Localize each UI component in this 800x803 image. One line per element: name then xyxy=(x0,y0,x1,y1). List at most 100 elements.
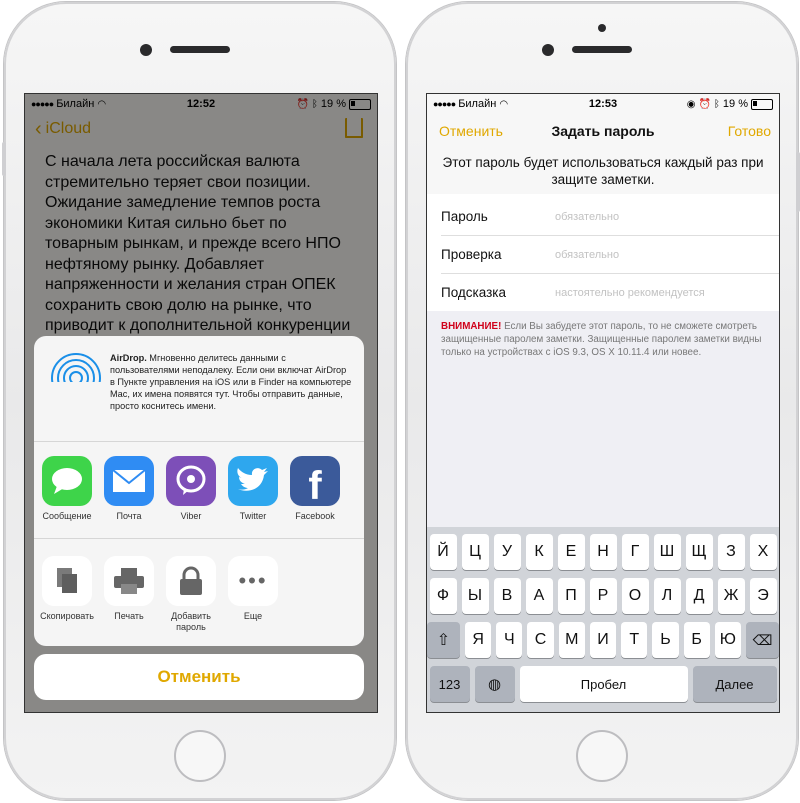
more-icon: ••• xyxy=(228,556,278,606)
globe-icon: ◍ xyxy=(487,676,502,693)
proximity-sensor xyxy=(598,24,606,32)
key[interactable]: В xyxy=(493,578,521,614)
key[interactable]: Ж xyxy=(717,578,745,614)
share-apps-row: Сообщение Почта Viber Twitter f Facebook xyxy=(42,456,340,531)
keyboard: Й Ц У К Е Н Г Ш Щ З Х Ф Ы В А П Р О Л Д … xyxy=(427,527,779,712)
password-description: Этот пароль будет использоваться каждый … xyxy=(442,155,764,187)
key[interactable]: Щ xyxy=(685,534,713,570)
app-label: Facebook xyxy=(295,511,335,521)
action-copy[interactable]: Скопировать xyxy=(40,556,94,633)
key[interactable]: Б xyxy=(683,622,710,658)
space-key[interactable]: Пробел xyxy=(519,666,688,702)
mute-switch xyxy=(2,142,6,176)
copy-icon xyxy=(42,556,92,606)
key[interactable]: З xyxy=(717,534,745,570)
field-label: Подсказка xyxy=(441,285,507,300)
right-screen: ●●●●● Билайн ◠ 12:53 ◉ ⏰ ᛒ 19 % Отменить Зада… xyxy=(426,93,780,713)
globe-key[interactable]: ◍ xyxy=(474,666,515,702)
delete-key[interactable]: ⌫ xyxy=(745,622,779,658)
share-app-twitter[interactable]: Twitter xyxy=(228,456,278,531)
key[interactable]: А xyxy=(525,578,553,614)
share-app-mail[interactable]: Почта xyxy=(104,456,154,531)
key[interactable]: Ю xyxy=(714,622,741,658)
share-cancel-button[interactable]: Отменить xyxy=(34,654,364,700)
key[interactable]: Й xyxy=(429,534,457,570)
action-label: Скопировать xyxy=(40,611,94,621)
hint-field[interactable]: настоятельно рекомендуется xyxy=(555,287,705,299)
lock-icon xyxy=(166,556,216,606)
action-label: Печать xyxy=(114,611,144,621)
earpiece-speaker xyxy=(572,46,632,53)
key[interactable]: Ь xyxy=(652,622,679,658)
earpiece-speaker xyxy=(170,46,230,53)
key[interactable]: О xyxy=(621,578,649,614)
key[interactable]: И xyxy=(589,622,617,658)
twitter-icon xyxy=(228,456,278,506)
key[interactable]: Г xyxy=(621,534,649,570)
key[interactable]: М xyxy=(558,622,585,658)
key[interactable]: Х xyxy=(749,534,777,570)
key[interactable]: Я xyxy=(465,622,492,658)
left-phone: ●●●●● Билайн ◠ 12:52 ⏰ ᛒ 19 % ‹ iCloud С нач… xyxy=(2,2,396,800)
verify-field[interactable]: обязательно xyxy=(555,249,619,261)
numbers-key[interactable]: 123 xyxy=(429,666,470,702)
app-label: Сообщение xyxy=(42,511,92,521)
key[interactable]: Ы xyxy=(461,578,489,614)
share-app-viber[interactable]: Viber xyxy=(166,456,216,531)
keyboard-row-4: 123 ◍ Пробел Далее xyxy=(427,666,779,702)
status-bar: ●●●●● Билайн ◠ 12:53 ◉ ⏰ ᛒ 19 % xyxy=(427,94,779,114)
key[interactable]: Ш xyxy=(653,534,681,570)
share-app-messages[interactable]: Сообщение xyxy=(42,456,92,531)
password-field[interactable]: обязательно xyxy=(555,211,619,223)
next-key[interactable]: Далее xyxy=(692,666,777,702)
backspace-icon: ⌫ xyxy=(752,631,773,648)
battery-icon xyxy=(751,98,773,110)
home-button[interactable] xyxy=(576,730,628,782)
battery-percent: 19 % xyxy=(722,98,748,110)
action-add-password[interactable]: Добавить пароль xyxy=(166,556,216,633)
app-label: Viber xyxy=(180,511,202,521)
key[interactable]: Т xyxy=(621,622,648,658)
front-camera xyxy=(542,44,554,56)
key[interactable]: Р xyxy=(589,578,617,614)
key[interactable]: Э xyxy=(749,578,777,614)
field-label: Пароль xyxy=(441,209,488,224)
hint-row[interactable]: Подсказка настоятельно рекомендуется xyxy=(441,274,779,311)
shift-key[interactable]: ⇧ xyxy=(427,622,461,658)
key[interactable]: С xyxy=(527,622,554,658)
verify-row[interactable]: Проверка обязательно xyxy=(441,236,779,274)
key[interactable]: Н xyxy=(589,534,617,570)
divider xyxy=(34,538,364,539)
key[interactable]: Ф xyxy=(429,578,457,614)
share-sheet: AirDrop. Мгновенно делитесь данными с по… xyxy=(34,336,364,646)
action-more[interactable]: ••• Еще xyxy=(228,556,278,633)
key[interactable]: П xyxy=(557,578,585,614)
viber-icon xyxy=(166,456,216,506)
key[interactable]: Л xyxy=(653,578,681,614)
key[interactable]: Д xyxy=(685,578,713,614)
facebook-icon: f xyxy=(290,456,340,508)
share-app-facebook[interactable]: f Facebook xyxy=(290,456,340,531)
airdrop-description: AirDrop. Мгновенно делитесь данными с по… xyxy=(110,353,352,411)
key[interactable]: Е xyxy=(557,534,585,570)
done-button[interactable]: Готово xyxy=(728,123,771,139)
app-label: Twitter xyxy=(239,511,267,521)
key[interactable]: У xyxy=(493,534,521,570)
field-label: Проверка xyxy=(441,247,502,262)
airdrop-section: AirDrop. Мгновенно делитесь данными с по… xyxy=(34,336,364,442)
action-print[interactable]: Печать xyxy=(104,556,154,633)
messages-icon xyxy=(42,456,92,506)
action-label: Добавить пароль xyxy=(171,611,211,632)
key[interactable]: Ч xyxy=(496,622,523,658)
password-row[interactable]: Пароль обязательно xyxy=(441,198,779,236)
keyboard-row-3: ⇧ Я Ч С М И Т Ь Б Ю ⌫ xyxy=(427,622,779,658)
app-label: Почта xyxy=(116,511,142,521)
warning-text: ВНИМАНИЕ! Если Вы забудете этот пароль, … xyxy=(441,320,769,359)
mail-icon xyxy=(104,456,154,506)
keyboard-row-2: Ф Ы В А П Р О Л Д Ж Э xyxy=(427,578,779,614)
key[interactable]: К xyxy=(525,534,553,570)
bluetooth-icon: ᛒ xyxy=(713,98,720,110)
home-button[interactable] xyxy=(174,730,226,782)
shift-icon: ⇧ xyxy=(436,632,451,649)
key[interactable]: Ц xyxy=(461,534,489,570)
